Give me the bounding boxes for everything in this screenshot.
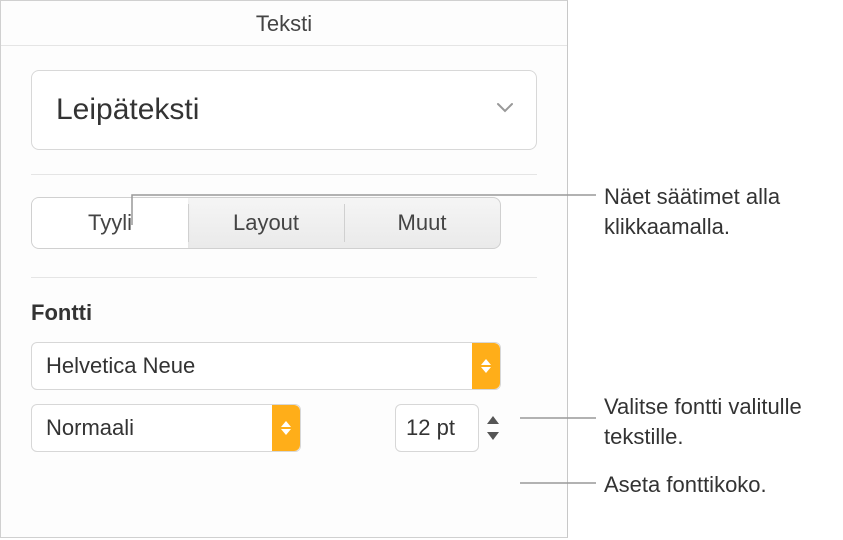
callout-tabs: Näet säätimet alla klikkaamalla.	[604, 182, 843, 241]
callout-font-size: Aseta fonttikoko.	[604, 470, 767, 500]
callout-font-family: Valitse fontti valitulle tekstille.	[604, 392, 843, 451]
